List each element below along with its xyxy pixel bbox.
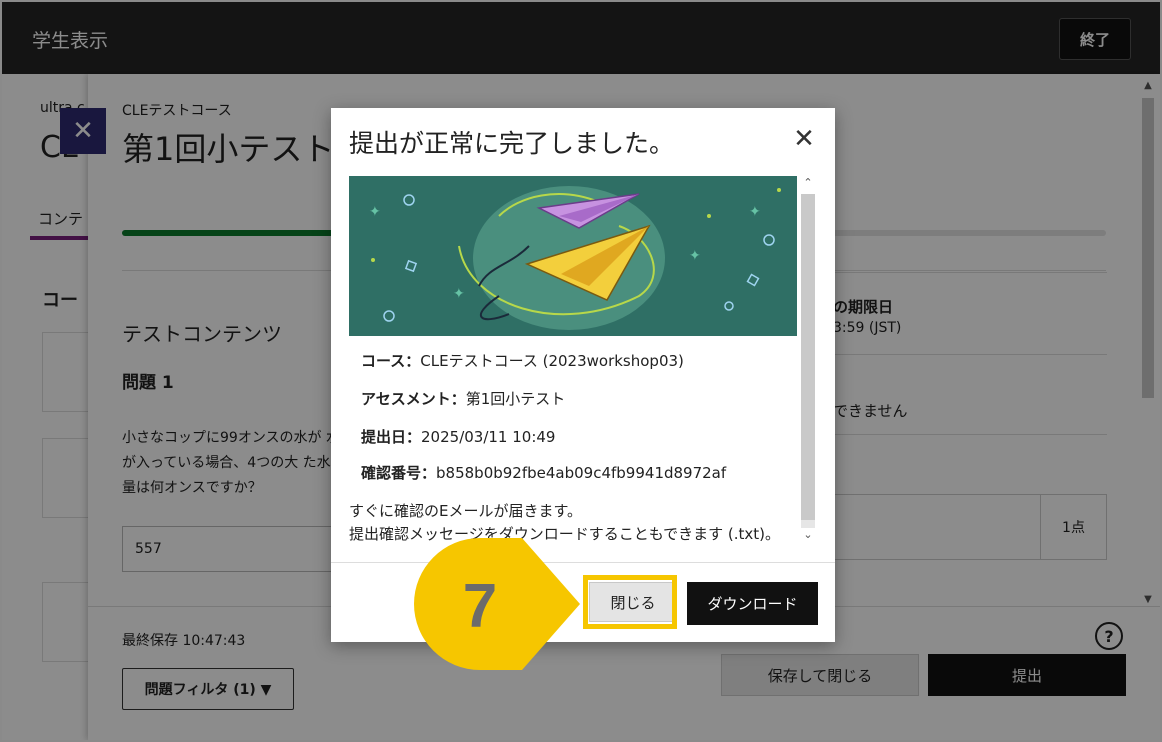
screen-frame: 学生表示 終了 ultra c CL コンテ コー ✕ CLEテストコース 第1… <box>0 0 1162 742</box>
dialog-body: ✦ ✦ ✦ ✦ コース：CLEテストコース (2023workshop03) ア… <box>349 176 819 546</box>
assessment-label: アセスメント： <box>361 390 466 408</box>
course-row: コース：CLEテストコース (2023workshop03) <box>361 350 684 371</box>
submitted-date-row: 提出日：2025/03/11 10:49 <box>361 426 555 447</box>
svg-text:✦: ✦ <box>689 248 701 264</box>
course-value: CLEテストコース (2023workshop03) <box>420 352 684 370</box>
confirmation-number-row: 確認番号：b858b0b92fbe4ab09c4fb9941d8972af <box>361 462 726 483</box>
close-button-highlight <box>583 575 677 629</box>
confirmation-number-label: 確認番号： <box>361 464 437 482</box>
dialog-scrollbar[interactable]: ⌃ ⌄ <box>797 176 819 546</box>
step-number: 7 <box>462 571 498 641</box>
submitted-date-value: 2025/03/11 10:49 <box>421 428 556 446</box>
course-label: コース： <box>361 352 421 370</box>
confirmation-number-value: b858b0b92fbe4ab09c4fb9941d8972af <box>436 464 727 482</box>
svg-text:✦: ✦ <box>453 286 465 302</box>
svg-text:✦: ✦ <box>749 204 761 220</box>
scroll-down-icon[interactable]: ⌄ <box>801 528 815 541</box>
submitted-date-label: 提出日： <box>361 428 422 446</box>
paper-plane-illustration: ✦ ✦ ✦ ✦ <box>349 176 797 336</box>
svg-text:✦: ✦ <box>369 204 381 220</box>
assessment-value: 第1回小テスト <box>465 390 566 408</box>
close-icon[interactable]: ✕ <box>791 124 817 154</box>
email-note: すぐに確認のEメールが届きます。 <box>349 502 582 520</box>
scrollbar-thumb[interactable] <box>801 194 815 520</box>
dialog-title: 提出が正常に完了しました。 <box>349 129 675 158</box>
scroll-up-icon[interactable]: ⌃ <box>801 176 815 189</box>
download-button[interactable]: ダウンロード <box>687 582 818 625</box>
assessment-row: アセスメント：第1回小テスト <box>361 388 565 409</box>
